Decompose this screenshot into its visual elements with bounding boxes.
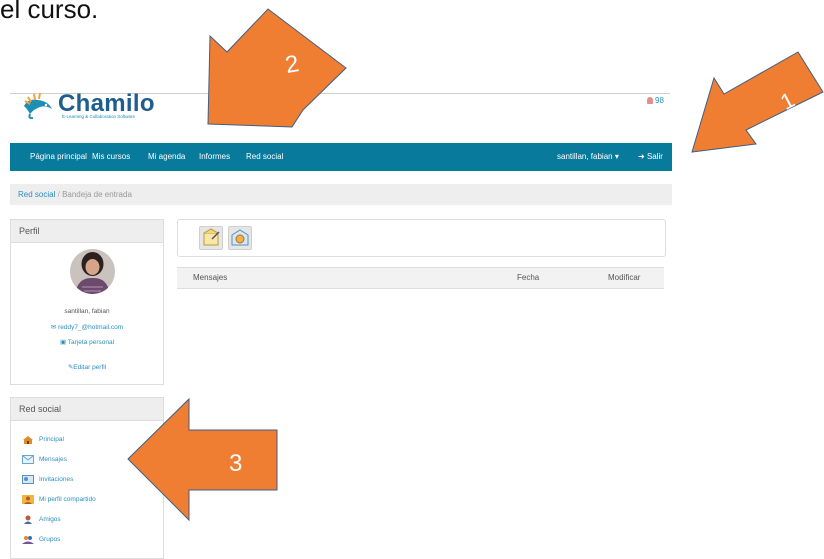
main-navbar: Página principal Mis cursos Mi agenda In… bbox=[10, 143, 672, 171]
profile-email[interactable]: ✉ reddy7_@hotmail.com bbox=[11, 323, 163, 331]
breadcrumb-separator: / bbox=[57, 190, 60, 199]
arrow-2: 2 bbox=[207, 8, 347, 128]
messages-toolbar bbox=[177, 219, 666, 257]
nav-home[interactable]: Página principal bbox=[30, 143, 87, 171]
user-menu[interactable]: santillan, fabian ▾ bbox=[557, 143, 619, 171]
compose-icon bbox=[203, 228, 220, 246]
social-menu-home[interactable]: Principal bbox=[22, 433, 64, 445]
profile-panel: Perfil santillan, fabian ✉ reddy7_@hotma… bbox=[10, 219, 164, 385]
social-title: Red social bbox=[11, 398, 163, 421]
caret-down-icon: ▾ bbox=[614, 152, 619, 161]
social-menu-messages[interactable]: Mensajes bbox=[22, 453, 67, 465]
social-menu-shared-profile[interactable]: Mi perfil compartido bbox=[22, 493, 96, 505]
nav-reports[interactable]: Informes bbox=[199, 143, 230, 171]
arrow-3-label: 3 bbox=[229, 450, 242, 477]
breadcrumb: Red social / Bandeja de entrada bbox=[10, 184, 672, 205]
social-menu-friends-label: Amigos bbox=[39, 515, 61, 523]
online-users-count: 98 bbox=[655, 96, 664, 105]
social-menu-groups-label: Grupos bbox=[39, 535, 61, 543]
logout-label: Salir bbox=[646, 152, 663, 161]
social-menu-friends[interactable]: Amigos bbox=[22, 513, 61, 525]
envelope-icon bbox=[22, 454, 34, 464]
social-menu-home-label: Principal bbox=[39, 435, 64, 443]
nav-agenda[interactable]: Mi agenda bbox=[148, 143, 185, 171]
invitation-icon bbox=[22, 474, 34, 484]
nav-my-courses[interactable]: Mis cursos bbox=[92, 143, 130, 171]
arrow-1-label: 1 bbox=[776, 87, 799, 115]
social-menu-messages-label: Mensajes bbox=[39, 455, 67, 463]
friends-icon bbox=[24, 515, 32, 524]
edit-profile-label: Editar perfil bbox=[73, 364, 107, 371]
profile-title: Perfil bbox=[11, 220, 163, 243]
online-users[interactable]: 98 bbox=[647, 96, 664, 105]
profile-email-text: reddy7_@hotmail.com bbox=[58, 324, 124, 331]
chameleon-icon bbox=[24, 92, 52, 120]
social-panel: Red social Principal Mensajes Invitacion… bbox=[10, 397, 164, 559]
col-date[interactable]: Fecha bbox=[517, 268, 539, 288]
inbox-button[interactable] bbox=[228, 226, 252, 250]
inbox-icon bbox=[231, 229, 249, 246]
house-icon bbox=[23, 435, 33, 444]
breadcrumb-current: Bandeja de entrada bbox=[62, 190, 132, 199]
groups-icon bbox=[22, 535, 34, 544]
edit-profile-link[interactable]: ✎Editar perfil bbox=[11, 363, 163, 371]
logout-button[interactable]: ➜ Salir bbox=[638, 143, 663, 171]
compose-button[interactable] bbox=[199, 226, 223, 250]
nav-social[interactable]: Red social bbox=[246, 143, 283, 171]
col-messages[interactable]: Mensajes bbox=[193, 268, 227, 288]
social-menu-groups[interactable]: Grupos bbox=[22, 533, 60, 545]
envelope-icon: ✉ bbox=[50, 324, 57, 331]
id-card-icon: ▣ bbox=[59, 339, 67, 346]
social-menu-invitations[interactable]: Invitaciones bbox=[22, 473, 73, 485]
social-menu-shared-profile-label: Mi perfil compartido bbox=[39, 495, 96, 503]
user-icon bbox=[647, 97, 653, 104]
messages-table-header: Mensajes Fecha Modificar bbox=[177, 267, 664, 289]
breadcrumb-link[interactable]: Red social bbox=[18, 190, 55, 199]
caption-fragment: el curso. bbox=[0, 0, 99, 24]
shared-profile-icon bbox=[22, 494, 34, 504]
col-modify[interactable]: Modificar bbox=[608, 268, 640, 288]
logo-name: Chamilo bbox=[58, 90, 155, 117]
profile-name: santillan, fabian bbox=[64, 308, 110, 315]
avatar[interactable] bbox=[70, 249, 115, 294]
arrow-2-label: 2 bbox=[283, 50, 301, 79]
logout-icon: ➜ bbox=[638, 152, 645, 161]
user-menu-name: santillan, fabian bbox=[557, 152, 613, 161]
business-card-label: Tarjeta personal bbox=[67, 339, 115, 346]
chamilo-logo[interactable]: Chamilo E-Learning & Collaboration Softw… bbox=[22, 92, 155, 120]
business-card-link[interactable]: ▣ Tarjeta personal bbox=[11, 338, 163, 346]
arrow-1: 1 bbox=[691, 51, 824, 153]
social-menu-invitations-label: Invitaciones bbox=[39, 475, 74, 483]
